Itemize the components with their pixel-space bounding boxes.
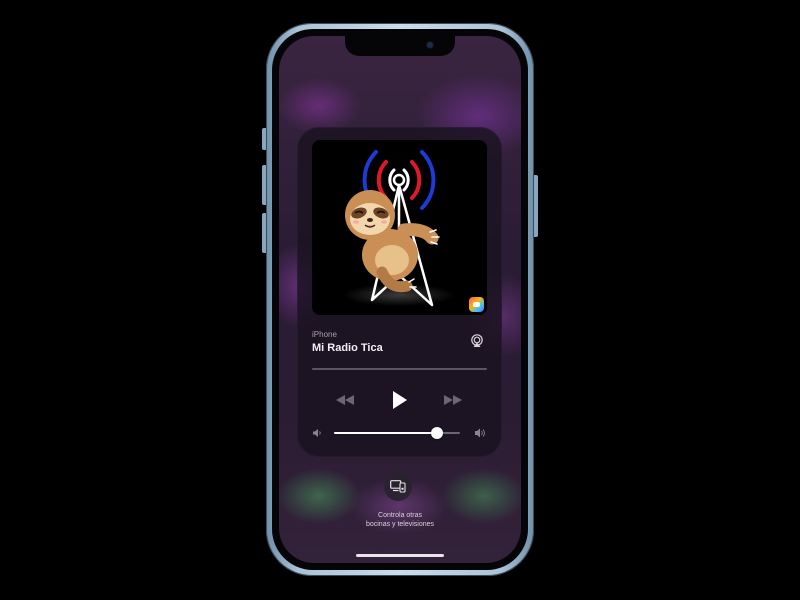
control-center-screen: iPhone Mi Radio Tica Controla otras boci… (279, 36, 521, 563)
other-devices-label-line1: Controla otras (378, 512, 422, 519)
rewind-button[interactable] (334, 389, 356, 411)
play-icon (393, 391, 407, 409)
home-indicator[interactable] (356, 554, 444, 557)
airplay-icon[interactable] (470, 334, 484, 348)
album-artwork[interactable] (312, 140, 487, 315)
volume-slider[interactable] (334, 427, 460, 439)
playback-controls (312, 389, 487, 411)
volume-control (312, 427, 487, 439)
now-playing-card: iPhone Mi Radio Tica (297, 127, 502, 457)
speaker-low-icon (313, 429, 321, 437)
other-devices-label-line2: bocinas y televisiones (365, 521, 435, 528)
play-button[interactable] (388, 389, 410, 411)
other-devices-button[interactable] (384, 473, 412, 501)
tv-speaker-icon (390, 480, 406, 493)
fast-forward-icon (444, 395, 462, 405)
sloth-radio-illustration (345, 150, 440, 307)
track-title: Mi Radio Tica (312, 342, 383, 354)
volume-slider-thumb[interactable] (431, 427, 443, 439)
output-device-label: iPhone (312, 330, 337, 339)
notch (345, 36, 455, 56)
volume-level (334, 432, 437, 434)
speaker-high-icon (475, 428, 485, 438)
other-devices-label[interactable]: Controla otras bocinas y televisiones (330, 511, 470, 529)
fast-forward-button[interactable] (442, 389, 464, 411)
rewind-icon (336, 395, 354, 405)
camera-icon (427, 42, 433, 48)
radio-app-icon (469, 297, 484, 312)
playback-progress-bar[interactable] (312, 368, 487, 370)
